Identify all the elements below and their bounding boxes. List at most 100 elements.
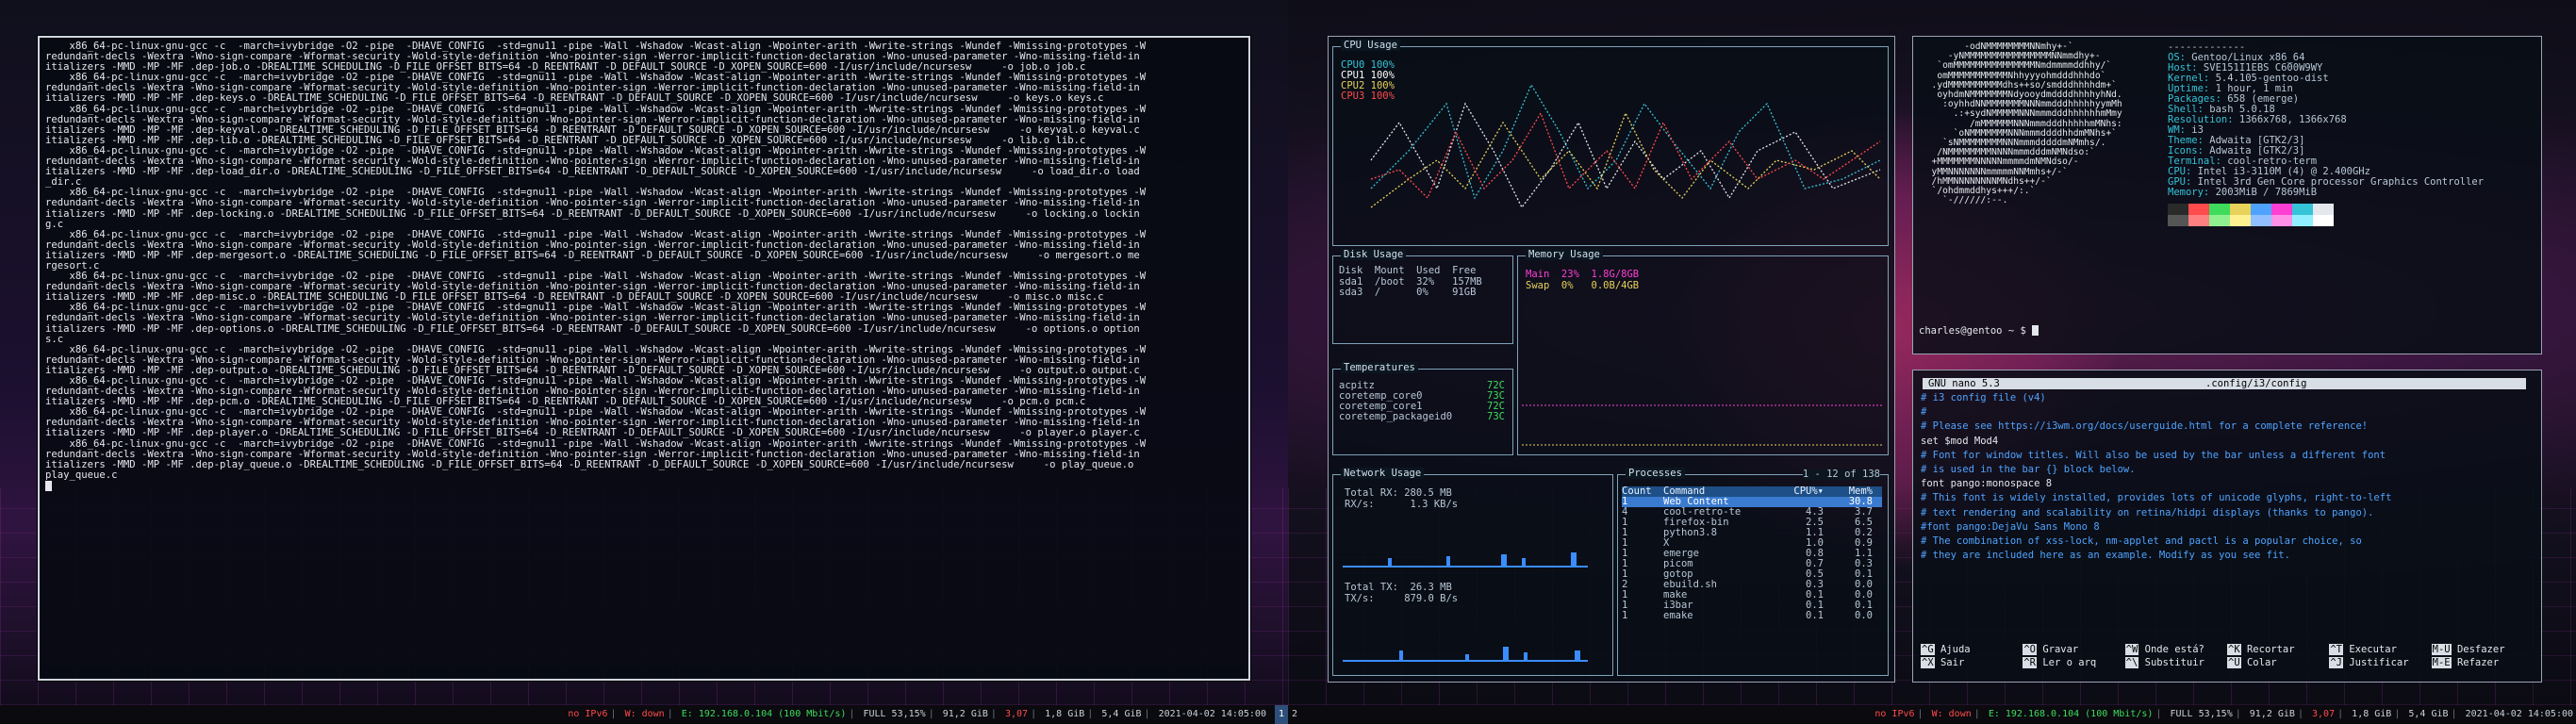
memory-graph — [1522, 404, 1884, 446]
process-row[interactable]: 1 make 0.1 0.0 — [1622, 590, 1882, 601]
nano-buffer[interactable]: # i3 config file (v4) # # Please see https… — [1921, 391, 2534, 563]
shortcut-key: ^X — [1921, 657, 1935, 668]
process-row[interactable]: 1 gotop 0.5 0.1 — [1622, 569, 1882, 580]
free-disk-status: 5,4 GiB — [1101, 709, 1142, 719]
info-row: Memory: 2003MiB / 7869MiB — [2168, 188, 2484, 198]
nano-shortcut[interactable]: ^W Onde está? — [2124, 644, 2227, 655]
nano-shortcut[interactable]: ^K Recortar — [2227, 644, 2329, 655]
shortcut-key: ^U — [2227, 657, 2241, 668]
column-header[interactable]: CPU%▾ — [1767, 486, 1824, 497]
workspace-button-1[interactable]: 1 — [1275, 705, 1288, 724]
terminal-line: itializers -MMD -MP -MF .dep-play_queue.… — [45, 458, 1134, 470]
process-cell: 2 — [1622, 579, 1628, 590]
terminal-cursor-line — [45, 480, 1243, 492]
monitor-left: x86_64-pc-linux-gnu-gcc -c -march=ivybri… — [0, 0, 1288, 705]
processes-range: 1 - 12 of 138 — [1802, 469, 1880, 480]
info-value: 2003MiB / 7869MiB — [2209, 187, 2318, 198]
info-list: OS: Gentoo/Linux x86_64 Host: SVE151I1EBS… — [2168, 53, 2484, 198]
disk-header: Disk Mount Used Free — [1339, 265, 1477, 276]
process-cell: 1 — [1622, 600, 1628, 611]
ascii-line: `-//////:--. — [1921, 195, 2008, 206]
color-palette — [2168, 204, 2334, 226]
shortcut-label: Recortar — [2246, 644, 2295, 655]
nano-line: font pango:monospace 8 — [1921, 478, 2053, 490]
process-cell: 1 — [1622, 568, 1628, 580]
temperatures-title: Temperatures — [1341, 362, 1418, 373]
process-row[interactable]: 1 firefox-bin 2.5 6.5 — [1622, 518, 1882, 528]
processes-title: Processes — [1626, 468, 1685, 479]
memory-status: 91,2 GiB — [2249, 709, 2295, 719]
build-terminal-window[interactable]: x86_64-pc-linux-gnu-gcc -c -march=ivybri… — [38, 36, 1250, 681]
info-key: Memory: — [2168, 187, 2210, 198]
palette-swatch — [2209, 215, 2230, 226]
nano-shortcut[interactable]: ^R Ler o arq — [2023, 657, 2124, 668]
nano-shortcut[interactable]: ^T Executar — [2329, 644, 2431, 655]
gentoo-logo-ascii: -odNMMMMMMMMNNmhy+-` -yNMMMMMMMMMMMMMMMM… — [1921, 41, 2122, 206]
temperature-list: acpitz 72C coretemp_core0 73C coretemp_core1… — [1339, 381, 1505, 422]
nano-titlebar: GNU nano 5.3 .config/i3/config — [1923, 378, 2526, 389]
temperatures-panel: Temperatures acpitz 72C coretemp_core0 73C c… — [1332, 362, 1513, 455]
nano-line: # — [1921, 406, 1927, 419]
shortcut-label: Ajuda — [1940, 644, 1971, 655]
terminal-line: itializers -MMD -MP -MF .dep-load_dir.o … — [45, 166, 1140, 178]
nano-shortcut[interactable]: ^J Justificar — [2329, 657, 2431, 668]
palette-swatch — [2230, 215, 2251, 226]
nano-line: # they are included here as an example. … — [1921, 550, 2290, 562]
disk-usage-panel: Disk Usage Disk Mount Used Free sda1 /bo… — [1332, 249, 1513, 344]
neofetch-terminal-window[interactable]: -odNMMMMMMMMNNmhy+-` -yNMMMMMMMMMMMMMMMM… — [1912, 36, 2542, 354]
nano-shortcut[interactable]: M-E Refazer — [2431, 657, 2534, 668]
process-row[interactable]: 1 X 1.0 0.9 — [1622, 538, 1882, 549]
process-row[interactable]: 2 ebuild.sh 0.3 0.0 — [1622, 580, 1882, 590]
palette-swatch — [2313, 215, 2334, 226]
shortcut-label: Colar — [2246, 657, 2277, 668]
terminal-line: itializers -MMD -MP -MF .dep-keys.o -DRE… — [45, 92, 1104, 105]
gotop-window[interactable]: CPU Usage CPU0 100% CPU1 100% CPU2 100% CPU… — [1328, 36, 1895, 683]
disk-status: FULL 53,15% — [2170, 709, 2233, 719]
process-cell: 4 — [1622, 506, 1628, 518]
cpu-load-status: 3,07 — [2312, 709, 2336, 719]
process-row[interactable]: 1 emerge 0.8 1.1 — [1622, 549, 1882, 559]
nano-editor-window[interactable]: GNU nano 5.3 .config/i3/config # i3 conf… — [1912, 370, 2542, 683]
info-value: 1366x768, 1366x768 — [2233, 114, 2347, 125]
process-row[interactable]: 1 i3bar 0.1 0.1 — [1622, 601, 1882, 611]
palette-swatch — [2292, 215, 2313, 226]
shortcut-key: ^W — [2124, 644, 2139, 655]
nano-shortcut[interactable]: ^U Colar — [2227, 657, 2329, 668]
nano-shortcut[interactable]: ^\ Substituir — [2124, 657, 2227, 668]
terminal-line: redundant-decls -Wextra -Wno-sign-compar… — [45, 197, 1140, 209]
i3bar-right: 2 no IPv6 | W: down | E: 192.168.0.104 (10… — [1288, 705, 2576, 724]
nano-shortcut[interactable]: ^G Ajuda — [1921, 644, 2023, 655]
nano-line: # Font for window titles. Will also be u… — [1921, 449, 2386, 461]
shortcut-label: Ler o arq — [2042, 657, 2097, 668]
shell-prompt[interactable]: charles@gentoo ~ $ — [1919, 325, 2039, 337]
process-row[interactable]: 4 cool-retro-te 4.3 3.7 — [1622, 507, 1882, 518]
prompt-text: charles@gentoo ~ $ — [1919, 325, 2026, 337]
nano-shortcut[interactable]: ^O Gravar — [2023, 644, 2124, 655]
cpu-usage-panel: CPU Usage CPU0 100% CPU1 100% CPU2 100% CPU… — [1332, 40, 1889, 246]
workspace-button-2[interactable]: 2 — [1288, 705, 1301, 724]
processes-table[interactable]: Count Command CPU%▾ Mem% 1 Web Content 30.8 4 co… — [1622, 486, 1882, 621]
shortcut-label: Executar — [2349, 644, 2397, 655]
shortcut-key: ^G — [1921, 644, 1935, 655]
palette-swatch — [2188, 215, 2209, 226]
process-row[interactable]: 1 python3.8 1.1 0.2 — [1622, 528, 1882, 538]
process-row[interactable]: 1 Web Content 30.8 — [1622, 497, 1882, 507]
shortcut-label: Justificar — [2349, 657, 2409, 668]
terminal-line: itializers -MMD -MP -MF .dep-options.o -… — [45, 322, 1140, 335]
process-row[interactable]: 1 picom 0.7 0.3 — [1622, 559, 1882, 569]
used-memory-status: 1,8 GiB — [1045, 709, 1085, 719]
process-row[interactable]: 1 emake 0.1 0.0 — [1622, 611, 1882, 621]
nano-version: GNU nano 5.3 — [1928, 378, 2000, 389]
used-memory-status: 1,8 GiB — [2352, 709, 2392, 719]
process-cell: 1 — [1622, 610, 1628, 621]
ipv6-status: no IPv6 — [568, 709, 608, 719]
nano-shortcut[interactable]: M-U Desfazer — [2431, 644, 2534, 655]
process-cell: python3.8 — [1663, 527, 1717, 538]
column-header[interactable]: Count — [1622, 486, 1663, 497]
ethernet-status: E: 192.168.0.104 (100 Mbit/s) — [1988, 709, 2154, 719]
process-cell: 1 — [1622, 537, 1628, 549]
processes-header: Count Command CPU%▾ Mem% — [1622, 486, 1882, 497]
terminal-line: x86_64-pc-linux-gnu-gcc -c -march=ivybri… — [45, 103, 1147, 115]
shortcut-key: ^J — [2329, 657, 2343, 668]
nano-shortcut[interactable]: ^X Sair — [1921, 657, 2023, 668]
